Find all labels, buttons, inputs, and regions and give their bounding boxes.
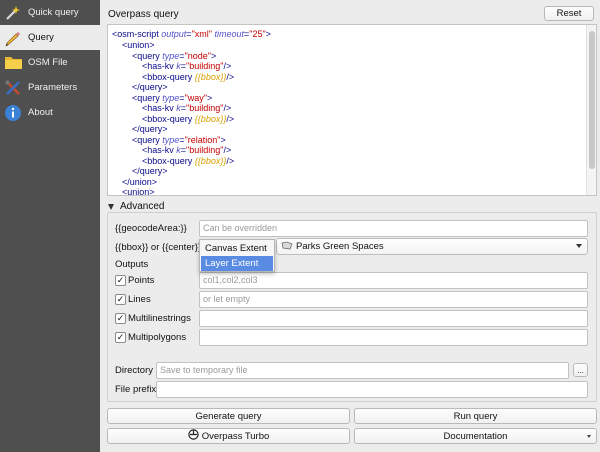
generate-query-button[interactable]: Generate query xyxy=(107,408,350,424)
directory-label: Directory xyxy=(115,365,154,376)
checkmark-icon: ✓ xyxy=(116,294,125,304)
documentation-label: Documentation xyxy=(443,430,508,442)
points-columns-input[interactable]: col1,col2,col3 xyxy=(199,272,588,289)
scrollbar-thumb[interactable] xyxy=(589,31,595,169)
sidebar-item-query[interactable]: Query xyxy=(0,25,100,50)
pencil-icon xyxy=(3,28,23,48)
code-line: <query type="relation"> xyxy=(132,134,226,145)
layer-select[interactable]: Parks Green Spaces xyxy=(276,238,588,255)
outputs-label: Outputs xyxy=(115,259,149,270)
code-line: <bbox-query {{bbox}}/> xyxy=(142,113,235,124)
sidebar-item-quick-query[interactable]: Quick query xyxy=(0,0,100,25)
query-editor[interactable]: <osm-script output="xml" timeout="25"> <… xyxy=(107,24,597,196)
code-line: <union> xyxy=(122,40,155,50)
overpass-turbo-button[interactable]: Overpass Turbo xyxy=(107,428,350,444)
geocode-input[interactable]: Can be overridden xyxy=(199,220,588,237)
magic-wand-icon xyxy=(3,3,23,23)
multipolygons-columns-input[interactable] xyxy=(199,329,588,346)
documentation-button[interactable]: Documentation xyxy=(354,428,597,444)
checkmark-icon: ✓ xyxy=(116,275,125,285)
sidebar-item-parameters[interactable]: Parameters xyxy=(0,75,100,100)
sidebar-item-label: Parameters xyxy=(28,82,78,93)
advanced-toggle[interactable]: Advanced xyxy=(107,201,164,212)
lines-label: Lines xyxy=(128,294,151,305)
page-title: Overpass query xyxy=(108,9,179,20)
multipolygons-label: Multipolygons xyxy=(128,332,187,343)
code-line: <osm-script output="xml" timeout="25"> xyxy=(112,29,271,39)
sidebar-item-label: Query xyxy=(28,32,54,43)
checkmark-icon: ✓ xyxy=(116,332,125,342)
sidebar: Quick query Query OSM File Parameters Ab… xyxy=(0,0,100,452)
code-line: <has-kv k="building"/> xyxy=(142,61,232,71)
lines-checkbox[interactable]: ✓ xyxy=(115,294,126,305)
sidebar-item-label: OSM File xyxy=(28,57,68,68)
chevron-down-icon xyxy=(576,244,582,248)
code-line: </query> xyxy=(132,166,168,176)
info-icon xyxy=(3,103,23,123)
extent-dropdown-menu: Canvas Extent Layer Extent xyxy=(199,239,275,272)
folder-icon xyxy=(3,53,23,73)
sidebar-item-osm-file[interactable]: OSM File xyxy=(0,50,100,75)
wrench-screwdriver-icon xyxy=(3,78,23,98)
code-line: <has-kv k="building"/> xyxy=(142,145,232,155)
code-line: </query> xyxy=(132,124,168,134)
file-prefix-label: File prefix xyxy=(115,384,157,395)
sidebar-item-label: About xyxy=(28,107,53,118)
code-line: <union> xyxy=(122,187,155,196)
reset-button[interactable]: Reset xyxy=(544,6,594,21)
directory-input[interactable]: Save to temporary file xyxy=(156,362,569,379)
points-label: Points xyxy=(128,275,155,286)
multilinestrings-checkbox[interactable]: ✓ xyxy=(115,313,126,324)
file-prefix-input[interactable] xyxy=(156,381,588,398)
sidebar-item-label: Quick query xyxy=(28,7,79,18)
geocode-label: {{geocodeArea:}} xyxy=(115,223,187,234)
points-checkbox[interactable]: ✓ xyxy=(115,275,126,286)
menu-item-canvas-extent[interactable]: Canvas Extent xyxy=(201,241,273,256)
code-line: </query> xyxy=(132,82,168,92)
overpass-turbo-icon xyxy=(188,429,199,443)
code-line: </union> xyxy=(122,176,158,187)
advanced-label: Advanced xyxy=(120,201,165,212)
code-line: <query type="node"> xyxy=(132,50,217,61)
code-line: <query type="way"> xyxy=(132,92,213,103)
sidebar-item-about[interactable]: About xyxy=(0,100,100,125)
code-line: <has-kv k="building"/> xyxy=(142,103,232,113)
editor-scrollbar[interactable] xyxy=(586,25,596,195)
code-line: <bbox-query {{bbox}}/> xyxy=(142,155,235,166)
code-line: <bbox-query {{bbox}}/> xyxy=(142,71,235,82)
run-query-button[interactable]: Run query xyxy=(354,408,597,424)
checkmark-icon: ✓ xyxy=(116,313,125,323)
chevron-down-icon xyxy=(587,435,591,438)
browse-button[interactable]: ... xyxy=(573,363,588,377)
main-panel: Overpass query Reset <osm-script output=… xyxy=(100,0,600,452)
multipolygons-checkbox[interactable]: ✓ xyxy=(115,332,126,343)
overpass-turbo-label: Overpass Turbo xyxy=(201,430,270,442)
layer-select-value: Parks Green Spaces xyxy=(296,241,384,252)
bbox-center-label: {{bbox}} or {{center}} xyxy=(115,242,202,253)
menu-item-layer-extent[interactable]: Layer Extent xyxy=(201,256,273,271)
multilinestrings-label: Multilinestrings xyxy=(128,313,191,324)
lines-columns-input[interactable]: or let empty xyxy=(199,291,588,308)
multilinestrings-columns-input[interactable] xyxy=(199,310,588,327)
polygon-layer-icon xyxy=(281,241,293,253)
triangle-down-icon xyxy=(108,203,114,210)
